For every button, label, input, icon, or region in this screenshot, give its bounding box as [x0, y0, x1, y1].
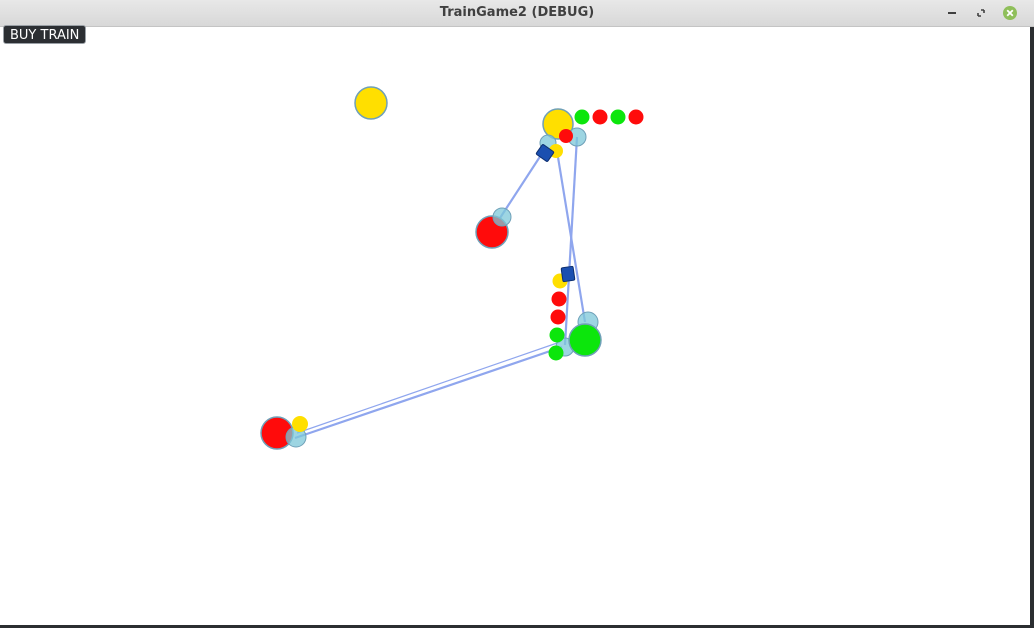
- restore-icon: [977, 9, 985, 17]
- station-yellow-top-left[interactable]: [354, 86, 388, 120]
- cargo-red: [628, 109, 644, 125]
- track-segment: [294, 345, 563, 440]
- cargo-green: [574, 109, 590, 125]
- waiting-cargo-row: [574, 109, 644, 125]
- track-segment: [296, 341, 561, 434]
- title-bar[interactable]: TrainGame2 (DEBUG): [0, 0, 1034, 27]
- cargo-red: [592, 109, 608, 125]
- close-icon: [1003, 6, 1017, 20]
- cargo-red: [550, 309, 566, 325]
- platform-marker: [492, 207, 512, 227]
- maximize-button[interactable]: [973, 5, 989, 21]
- game-canvas[interactable]: [3, 27, 1030, 625]
- track-segment: [499, 151, 544, 219]
- cargo-green: [610, 109, 626, 125]
- cargo-yellow: [292, 416, 308, 432]
- close-button[interactable]: [1002, 5, 1018, 21]
- cargo-green: [549, 327, 565, 343]
- cargo-red: [559, 129, 573, 143]
- window-border-right: [1030, 27, 1034, 628]
- minimize-button[interactable]: [944, 5, 960, 21]
- buy-train-button[interactable]: BUY TRAIN: [3, 25, 87, 44]
- window-title: TrainGame2 (DEBUG): [439, 5, 595, 20]
- train-lower[interactable]: [560, 265, 576, 283]
- track-segment: [563, 136, 579, 346]
- cargo-green: [548, 345, 564, 361]
- station-green-center[interactable]: [568, 323, 602, 357]
- cargo-red: [551, 291, 567, 307]
- minimize-icon: [948, 12, 956, 14]
- game-scene: [260, 86, 644, 450]
- track-lines: [294, 136, 587, 440]
- game-window: TrainGame2 (DEBUG) BUY TRAIN: [0, 0, 1034, 628]
